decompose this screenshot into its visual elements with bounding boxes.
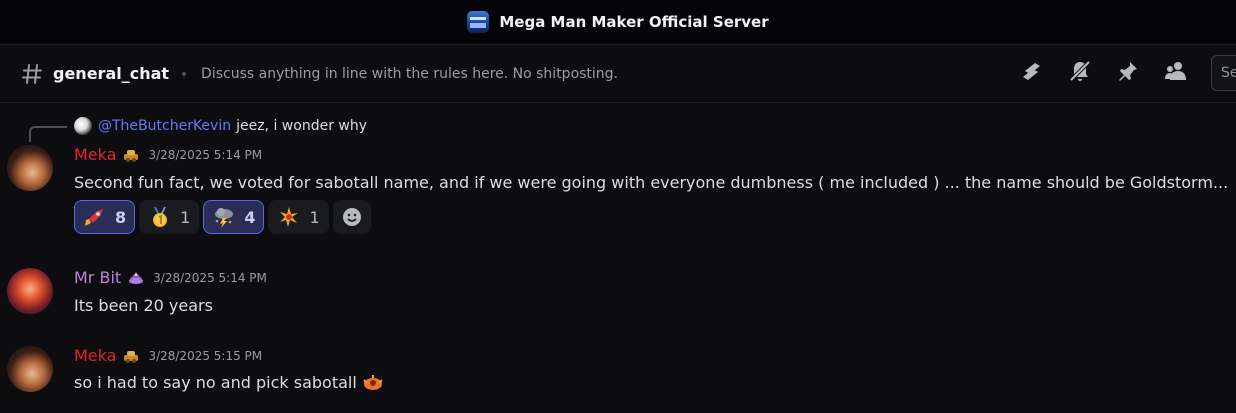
reaction-bar: 8 1 4 1 (74, 200, 371, 234)
header-divider-dot (182, 71, 187, 76)
rocket-icon (85, 209, 103, 226)
reaction-count: 1 (309, 207, 320, 227)
custom-emoji-icon (363, 374, 383, 390)
hash-icon (22, 63, 42, 84)
first-place-medal-icon (153, 207, 168, 227)
role-badge-icon (124, 149, 139, 162)
reply-avatar (74, 117, 92, 135)
message-header: Meka 3/28/2025 5:15 PM (74, 346, 262, 365)
reply-preview[interactable]: @TheButcherKevin jeez, i wonder why (74, 117, 367, 135)
header-toolbar (1020, 59, 1212, 83)
title-bar: Mega Man Maker Official Server (0, 0, 1236, 43)
username[interactable]: Mr Bit (74, 268, 121, 287)
role-badge-icon (124, 350, 139, 363)
timestamp: 3/28/2025 5:15 PM (148, 348, 263, 363)
pin-icon[interactable] (1116, 59, 1140, 83)
members-icon[interactable] (1164, 59, 1188, 83)
message-row: so i had to say no and pick sabotall (74, 373, 384, 392)
timestamp: 3/28/2025 5:14 PM (148, 147, 263, 162)
mute-bell-icon[interactable] (1068, 59, 1092, 83)
avatar[interactable] (7, 346, 53, 392)
reaction-medal[interactable]: 1 (139, 200, 200, 234)
sparkle-burst-icon (280, 207, 299, 227)
channel-topic[interactable]: Discuss anything in line with the rules … (201, 66, 618, 82)
reaction-sparkle[interactable]: 1 (268, 200, 329, 234)
reply-text: jeez, i wonder why (236, 118, 368, 134)
reaction-storm[interactable]: 4 (203, 200, 265, 234)
smiley-icon (342, 208, 361, 226)
message-header: Meka 3/28/2025 5:14 PM (74, 145, 262, 164)
reaction-count: 8 (115, 207, 127, 227)
role-badge-icon (129, 271, 144, 284)
channel-header: general_chat Discuss anything in line wi… (0, 44, 1236, 103)
username[interactable]: Meka (74, 346, 116, 365)
reply-username[interactable]: @TheButcherKevin (98, 118, 231, 134)
message-text: Its been 20 years (74, 296, 213, 315)
username[interactable]: Meka (74, 145, 116, 164)
server-icon (467, 10, 490, 33)
reaction-count: 1 (180, 207, 191, 227)
reply-connector (29, 126, 67, 142)
message-text: Second fun fact, we voted for sabotall n… (74, 173, 1229, 192)
server-title: Mega Man Maker Official Server (499, 12, 769, 31)
reaction-rocket[interactable]: 8 (74, 200, 136, 234)
search-input[interactable]: Se (1211, 55, 1236, 91)
timestamp: 3/28/2025 5:14 PM (153, 270, 267, 285)
message-header: Mr Bit 3/28/2025 5:14 PM (74, 268, 267, 287)
channel-name[interactable]: general_chat (53, 64, 169, 83)
storm-cloud-icon (215, 208, 234, 228)
reaction-count: 4 (244, 207, 256, 227)
avatar[interactable] (7, 268, 53, 314)
message-text: so i had to say no and pick sabotall (74, 373, 357, 392)
message-list: @TheButcherKevin jeez, i wonder why Meka… (0, 102, 1236, 413)
threads-icon[interactable] (1020, 59, 1044, 83)
avatar[interactable] (7, 145, 53, 191)
add-reaction-button[interactable] (332, 200, 371, 234)
